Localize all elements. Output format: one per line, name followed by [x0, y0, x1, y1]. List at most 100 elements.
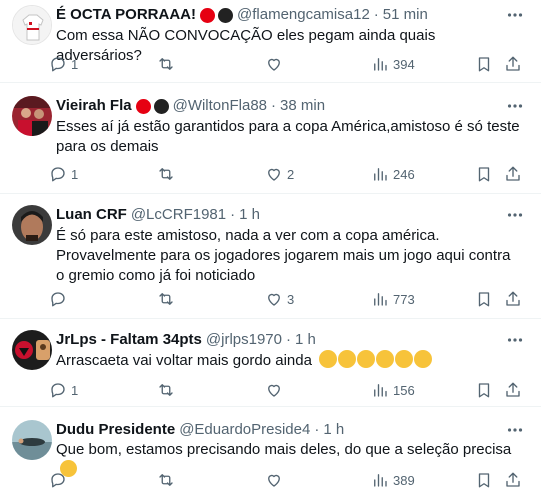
tweet-text: Arrascaeta vai voltar mais gordo ainda: [56, 352, 312, 369]
username[interactable]: @flamengcamisa12: [237, 5, 370, 25]
replies-feed: É OCTA PORRAAA! @flamengcamisa12 · 51 mi…: [0, 0, 541, 500]
like-button[interactable]: 2: [265, 164, 294, 184]
username[interactable]: @jrlps1970: [206, 330, 282, 350]
reply-count: 1: [71, 382, 79, 398]
retweet-button[interactable]: [157, 289, 179, 309]
reply-icon: [51, 383, 65, 398]
reply-button[interactable]: 1: [49, 164, 78, 184]
bookmark-button[interactable]: [475, 289, 493, 309]
username[interactable]: @WiltonFla88: [173, 96, 267, 116]
bookmark-button[interactable]: [475, 380, 493, 400]
views-icon: [374, 168, 387, 181]
tweet-actions: 1 394: [49, 54, 527, 74]
timestamp[interactable]: 1 h: [239, 205, 260, 225]
retweet-button[interactable]: [157, 54, 179, 74]
like-icon: [268, 384, 280, 397]
display-name[interactable]: Vieirah Fla: [56, 96, 132, 116]
more-icon[interactable]: [505, 96, 525, 116]
tweet-header: É OCTA PORRAAA! @flamengcamisa12 · 51 mi…: [56, 5, 501, 25]
share-button[interactable]: [504, 54, 522, 74]
reply-icon: [51, 473, 65, 488]
bookmark-icon: [478, 292, 490, 307]
tweet-header: Vieirah Fla @WiltonFla88 · 38 min: [56, 96, 501, 116]
display-name[interactable]: É OCTA PORRAAA!: [56, 5, 196, 25]
separator: ·: [271, 97, 277, 114]
reply-count: 1: [71, 56, 79, 72]
separator: ·: [314, 421, 320, 438]
reply-button[interactable]: [49, 470, 71, 490]
avatar[interactable]: [12, 420, 52, 460]
retweet-button[interactable]: [157, 380, 179, 400]
separator: ·: [230, 206, 236, 223]
timestamp[interactable]: 1 h: [323, 420, 344, 440]
display-name[interactable]: Luan CRF: [56, 205, 127, 225]
views-icon: [374, 384, 387, 397]
username[interactable]: @LcCRF1981: [131, 205, 226, 225]
rofl-emoji: [319, 350, 338, 368]
views-button[interactable]: 389: [371, 470, 415, 490]
tweet-text: Esses aí já estão garantidos para a copa…: [56, 118, 520, 155]
bookmark-button[interactable]: [475, 470, 493, 490]
retweet-icon: [159, 58, 173, 70]
tweet-actions: 1 2 246: [49, 164, 527, 184]
more-icon[interactable]: [505, 205, 525, 225]
timestamp[interactable]: 51 min: [383, 5, 428, 25]
avatar[interactable]: [12, 330, 52, 370]
reply-button[interactable]: 1: [49, 54, 78, 74]
like-button[interactable]: 3: [265, 289, 294, 309]
rofl-emoji: [357, 350, 376, 368]
tweet-actions: 3 773: [49, 289, 527, 309]
reply-button[interactable]: 1: [49, 380, 78, 400]
separator: ·: [286, 331, 291, 348]
tweet[interactable]: Vieirah Fla @WiltonFla88 · 38 min Esses …: [0, 84, 541, 194]
more-icon[interactable]: [505, 330, 525, 350]
bookmark-button[interactable]: [475, 164, 493, 184]
more-icon[interactable]: [505, 5, 525, 25]
views-button[interactable]: 156: [371, 380, 415, 400]
like-count: 3: [287, 291, 295, 307]
reply-button[interactable]: [49, 289, 71, 309]
share-button[interactable]: [504, 380, 522, 400]
tweet[interactable]: JrLps - Faltam 34pts @jrlps1970 · 1 h Ar…: [0, 320, 541, 407]
more-icon[interactable]: [505, 420, 525, 440]
retweet-icon: [159, 474, 173, 486]
retweet-button[interactable]: [157, 470, 179, 490]
red-badge-icon: [200, 7, 215, 23]
share-button[interactable]: [504, 289, 522, 309]
black-badge-icon: [218, 7, 233, 23]
share-button[interactable]: [504, 164, 522, 184]
views-icon: [374, 474, 387, 487]
views-button[interactable]: 394: [371, 54, 415, 74]
share-button[interactable]: [504, 470, 522, 490]
like-button[interactable]: [265, 54, 287, 74]
display-name[interactable]: Dudu Presidente: [56, 420, 175, 440]
bookmark-button[interactable]: [475, 54, 493, 74]
views-count: 389: [393, 472, 415, 488]
username[interactable]: @EduardoPreside4: [179, 420, 310, 440]
avatar[interactable]: [12, 205, 52, 245]
views-count: 246: [393, 166, 415, 182]
retweet-button[interactable]: [157, 164, 179, 184]
rofl-emoji-group: [319, 350, 433, 369]
reply-icon: [51, 57, 65, 72]
views-button[interactable]: 246: [371, 164, 415, 184]
tweet-actions: 1 156: [49, 380, 527, 400]
share-icon: [506, 56, 520, 71]
reply-icon: [51, 292, 65, 307]
avatar[interactable]: [12, 96, 52, 136]
tweet[interactable]: Luan CRF @LcCRF1981 · 1 h É só para este…: [0, 195, 541, 319]
tweet[interactable]: Dudu Presidente @EduardoPreside4 · 1 h Q…: [0, 408, 541, 500]
like-icon: [268, 58, 280, 71]
timestamp[interactable]: 38 min: [280, 96, 325, 116]
avatar[interactable]: [12, 5, 52, 45]
views-button[interactable]: 773: [371, 289, 415, 309]
tweet-actions: 389: [49, 470, 527, 490]
like-icon: [268, 293, 280, 306]
display-name[interactable]: JrLps - Faltam 34pts: [56, 330, 202, 350]
tweet[interactable]: É OCTA PORRAAA! @flamengcamisa12 · 51 mi…: [0, 0, 541, 83]
share-icon: [506, 291, 520, 306]
share-icon: [506, 382, 520, 397]
like-button[interactable]: [265, 380, 287, 400]
timestamp[interactable]: 1 h: [295, 330, 316, 350]
like-button[interactable]: [265, 470, 287, 490]
